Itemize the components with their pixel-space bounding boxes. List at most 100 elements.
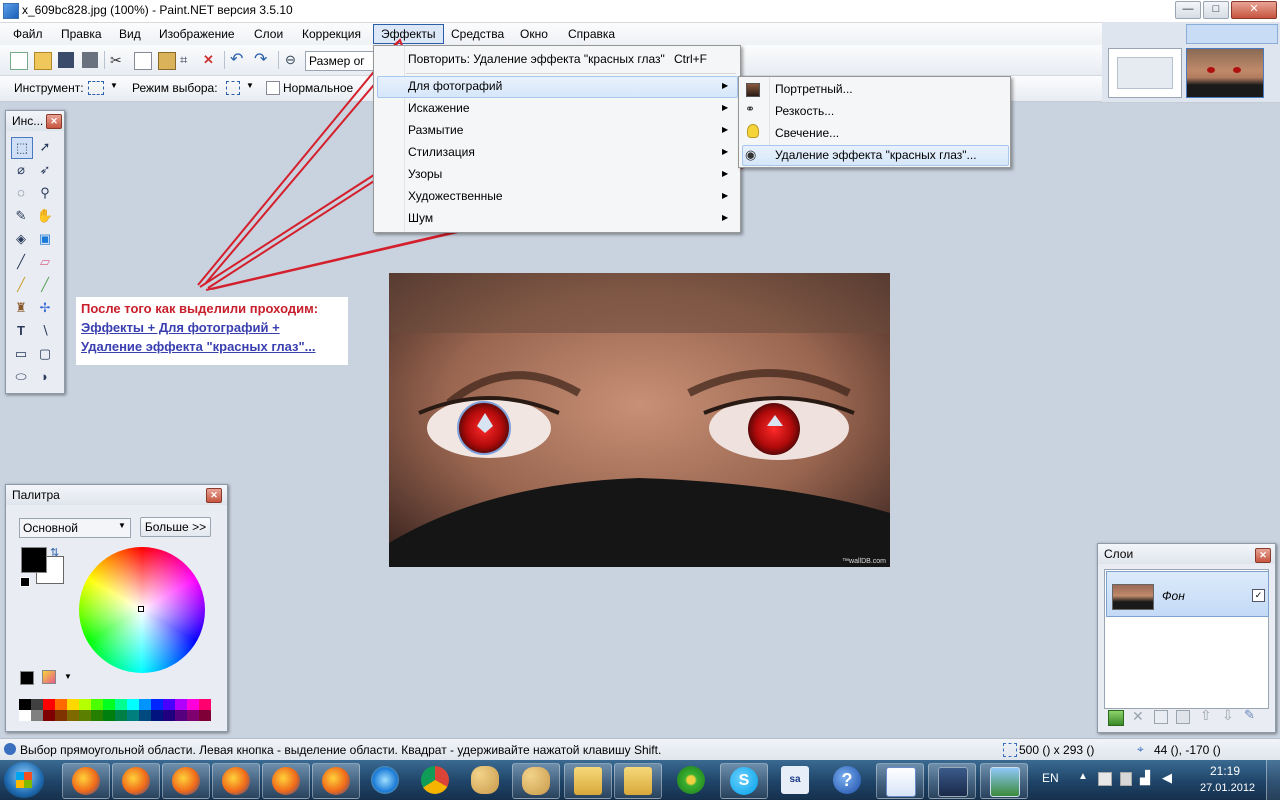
close-icon[interactable]: ✕ xyxy=(206,488,222,503)
language-indicator[interactable]: EN xyxy=(1042,771,1059,785)
menu-item-stylize[interactable]: Стилизация xyxy=(408,141,475,163)
menu-effects[interactable]: Эффекты xyxy=(373,24,444,44)
menu-edit[interactable]: Правка xyxy=(54,25,109,43)
menu-item-photo[interactable]: Для фотографий xyxy=(408,75,502,97)
move-layer-down-icon[interactable]: ⇩ xyxy=(1222,707,1234,724)
swatch[interactable] xyxy=(115,699,127,710)
selection-mode-icon[interactable] xyxy=(226,81,240,95)
swatch[interactable] xyxy=(199,710,211,721)
swatch[interactable] xyxy=(139,710,151,721)
taskbar-firefox[interactable] xyxy=(162,763,210,799)
swatch[interactable] xyxy=(175,699,187,710)
taskbar-firefox[interactable] xyxy=(212,763,260,799)
palette-menu-icon[interactable] xyxy=(42,670,56,684)
close-icon[interactable]: ✕ xyxy=(1255,548,1271,563)
swatch[interactable] xyxy=(31,699,43,710)
layer-properties-icon[interactable]: ✎ xyxy=(1244,707,1255,723)
rect-select-icon[interactable] xyxy=(88,81,104,95)
zoom-tool[interactable]: ⚲ xyxy=(35,183,55,203)
color-wheel[interactable] xyxy=(79,547,205,673)
zoom-combo[interactable]: Размер ог xyxy=(305,51,378,71)
thumbnail-tab[interactable] xyxy=(1186,24,1278,44)
volume-icon[interactable]: ◀ xyxy=(1162,770,1172,786)
minimize-button[interactable]: — xyxy=(1175,1,1201,19)
menu-window[interactable]: Окно xyxy=(513,25,555,43)
taskbar-chrome[interactable] xyxy=(412,763,458,797)
swap-colors-icon[interactable]: ⇅ xyxy=(50,546,59,559)
undo-icon[interactable]: ↶ xyxy=(230,52,246,68)
swatch[interactable] xyxy=(103,710,115,721)
print-icon[interactable] xyxy=(82,52,98,68)
merge-layer-icon[interactable] xyxy=(1176,710,1190,724)
menu-help[interactable]: Справка xyxy=(561,25,622,43)
swatch[interactable] xyxy=(187,699,199,710)
lasso-tool[interactable]: ⌀ xyxy=(11,160,31,180)
taskbar-firefox[interactable] xyxy=(62,763,110,799)
thumbnail-screenshot[interactable] xyxy=(1108,48,1182,98)
clock-date[interactable]: 27.01.2012 xyxy=(1200,782,1255,794)
swatch[interactable] xyxy=(163,710,175,721)
primary-color[interactable] xyxy=(21,547,47,573)
taskbar-ie[interactable] xyxy=(362,763,408,797)
color-picker-tool[interactable]: ╱ xyxy=(35,275,55,295)
taskbar-firefox[interactable] xyxy=(262,763,310,799)
save-icon[interactable] xyxy=(58,52,74,68)
menu-item-blur[interactable]: Размытие xyxy=(408,119,463,141)
taskbar-safesurf[interactable]: sa xyxy=(772,763,818,797)
rounded-rectangle-tool[interactable]: ▢ xyxy=(35,344,55,364)
tray-expand-icon[interactable]: ▲ xyxy=(1078,771,1088,782)
move-layer-up-icon[interactable]: ⇧ xyxy=(1200,707,1212,724)
open-icon[interactable] xyxy=(34,52,52,70)
layer-row[interactable]: Фон ✓ xyxy=(1106,571,1269,617)
swatch[interactable] xyxy=(43,710,55,721)
maximize-button[interactable]: □ xyxy=(1203,1,1229,19)
rectangle-tool[interactable]: ▭ xyxy=(11,344,31,364)
app-icon[interactable] xyxy=(3,3,19,19)
taskbar-explorer[interactable] xyxy=(564,763,612,799)
swatch[interactable] xyxy=(43,699,55,710)
swatch[interactable] xyxy=(31,710,43,721)
gradient-tool[interactable]: ▣ xyxy=(35,229,55,249)
pencil-tool[interactable]: ╱ xyxy=(11,275,31,295)
repeat-effect-item[interactable]: Повторить: Удаление эффекта "красных гла… xyxy=(408,48,665,70)
swatch[interactable] xyxy=(19,710,31,721)
swatch[interactable] xyxy=(19,699,31,710)
taskbar-help[interactable]: ? xyxy=(824,763,870,797)
swatch[interactable] xyxy=(127,710,139,721)
cut-icon[interactable]: ✂ xyxy=(110,52,126,68)
swatch[interactable] xyxy=(175,710,187,721)
add-layer-icon[interactable] xyxy=(1108,710,1124,726)
freeform-shape-tool[interactable]: ◗ xyxy=(35,367,55,387)
menu-layers[interactable]: Слои xyxy=(247,25,290,43)
swatch[interactable] xyxy=(79,710,91,721)
show-desktop-button[interactable] xyxy=(1266,760,1280,800)
menu-view[interactable]: Вид xyxy=(112,25,148,43)
crop-icon[interactable]: ⌗ xyxy=(180,52,196,68)
blend-mode-label[interactable]: Нормальное xyxy=(283,81,353,95)
start-button[interactable] xyxy=(4,762,44,798)
recolor-tool[interactable]: ✢ xyxy=(35,298,55,318)
taskbar-screenshot-app[interactable] xyxy=(928,763,976,799)
swatch[interactable] xyxy=(115,710,127,721)
paste-icon[interactable] xyxy=(158,52,176,70)
swatch[interactable] xyxy=(55,710,67,721)
taskbar-word[interactable] xyxy=(876,763,924,799)
image-canvas[interactable]: ™wallDB.com xyxy=(389,273,890,567)
swatch[interactable] xyxy=(199,699,211,710)
chevron-down-icon[interactable]: ▼ xyxy=(64,672,72,681)
palette-swatches[interactable] xyxy=(19,699,211,721)
taskbar-firefox[interactable] xyxy=(112,763,160,799)
swatch[interactable] xyxy=(79,699,91,710)
submenu-item-sharpen[interactable]: Резкость... xyxy=(775,100,834,122)
swatch[interactable] xyxy=(151,699,163,710)
taskbar-paintnet[interactable] xyxy=(512,763,560,799)
swatch[interactable] xyxy=(103,699,115,710)
submenu-item-red-eye[interactable]: Удаление эффекта "красных глаз"... xyxy=(775,144,977,166)
network-icon[interactable]: ▟ xyxy=(1140,770,1150,786)
taskbar-icq[interactable] xyxy=(668,763,714,797)
taskbar-image-viewer[interactable] xyxy=(980,763,1028,799)
close-button[interactable]: ✕ xyxy=(1231,1,1277,19)
menu-item-noise[interactable]: Шум xyxy=(408,207,433,229)
taskbar-explorer[interactable] xyxy=(614,763,662,799)
text-tool[interactable]: T xyxy=(11,321,31,341)
